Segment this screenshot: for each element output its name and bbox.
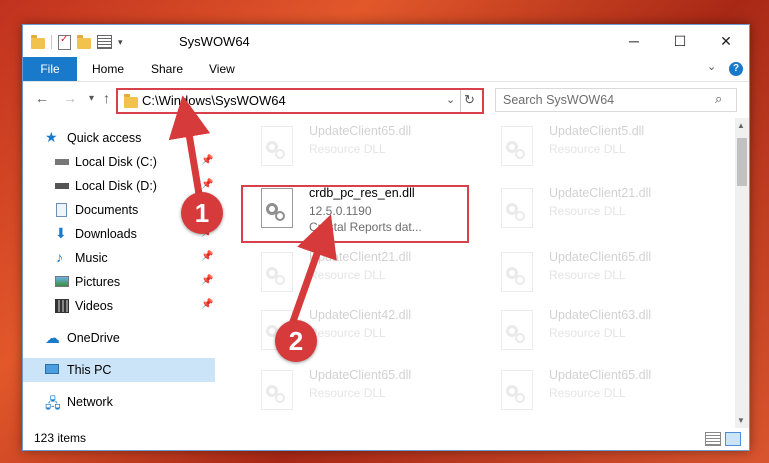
step-marker-1: 1: [181, 192, 223, 234]
arrow-to-file: [286, 214, 337, 334]
arrow-to-address-bar: [168, 95, 211, 204]
step-marker-2: 2: [275, 320, 317, 362]
annotation-arrows: [168, 95, 337, 334]
